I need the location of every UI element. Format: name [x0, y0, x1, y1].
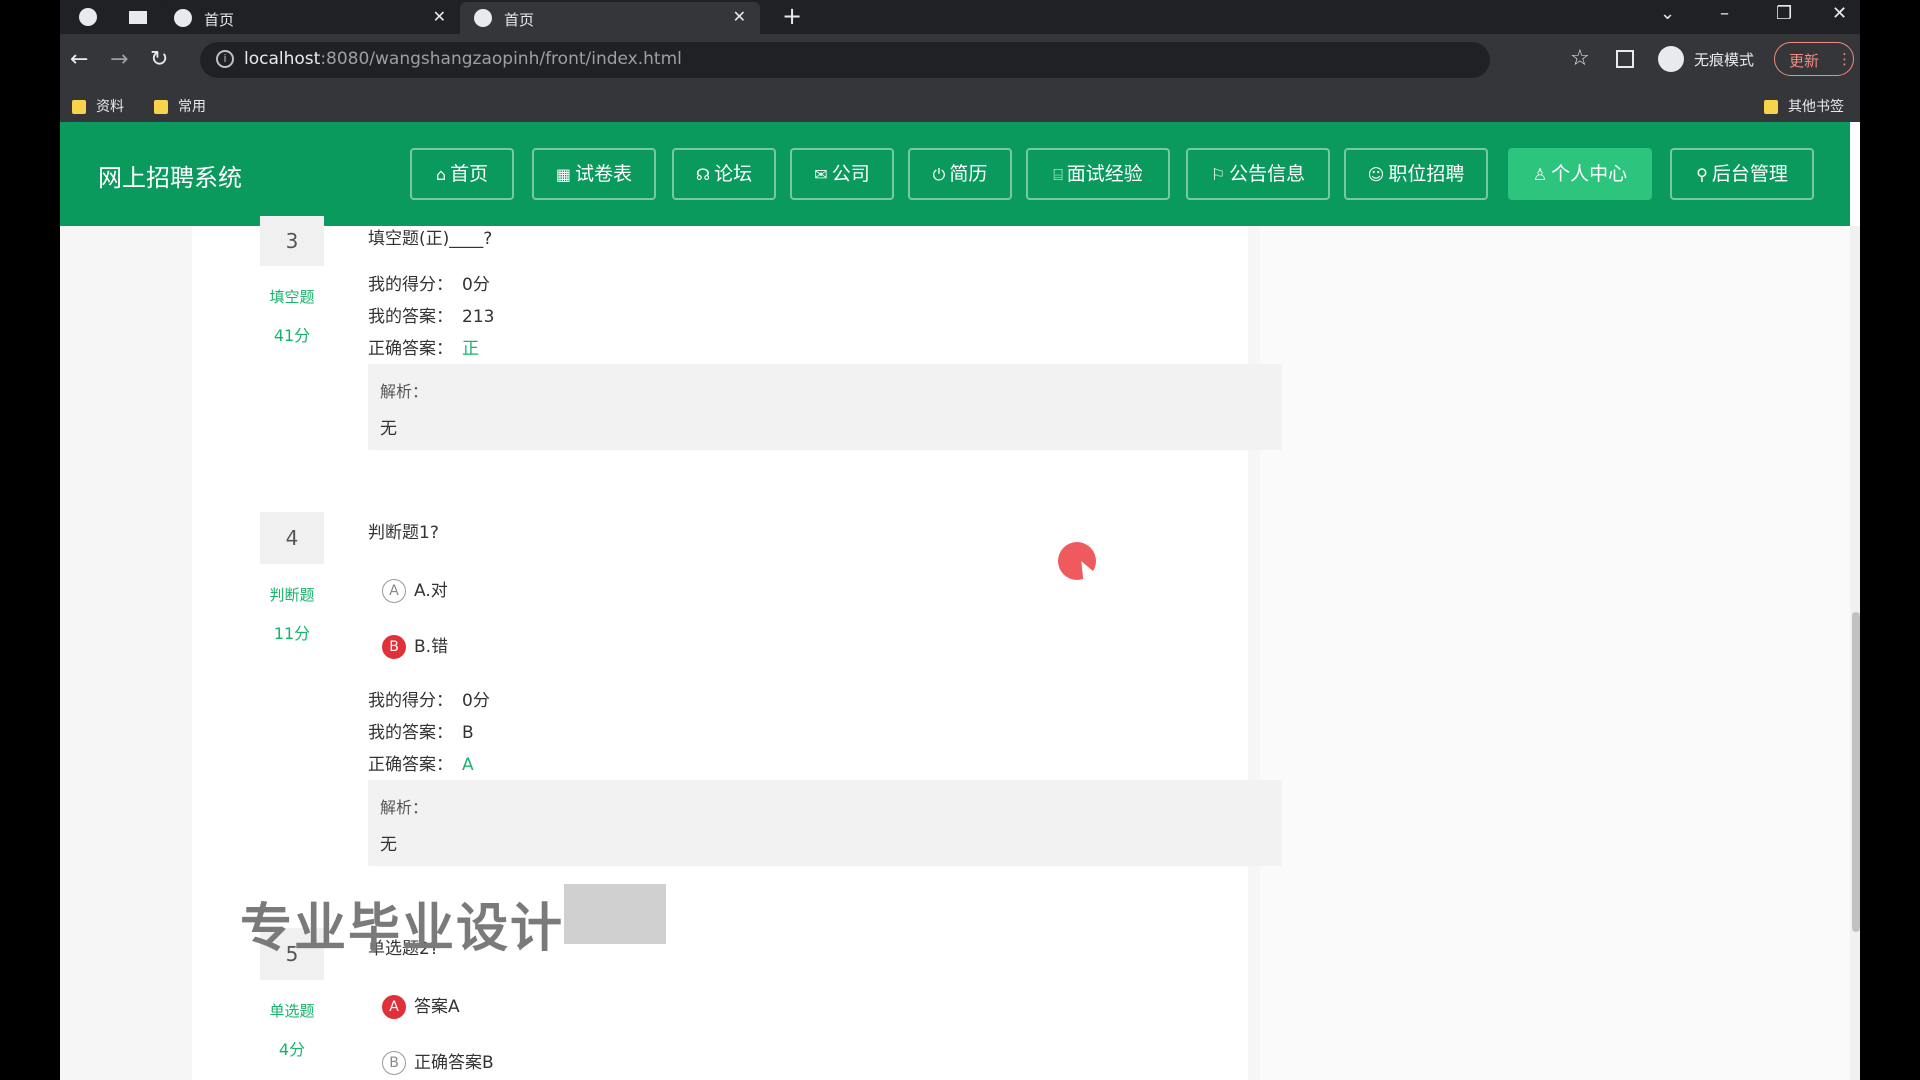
my-score-value: 0分 [462, 691, 490, 711]
folder-icon [1764, 100, 1778, 114]
exam-icon: ▦ [555, 165, 572, 184]
correct-answer-line: 正确答案：正 [368, 339, 479, 359]
link-icon: ⚲ [1696, 165, 1708, 184]
minimize-icon[interactable]: – [1720, 3, 1729, 24]
nav-jobs[interactable]: ☺ 职位招聘 [1344, 148, 1488, 200]
nav-forum[interactable]: ☊ 论坛 [672, 148, 776, 200]
watermark-text: 专业毕业设计 [240, 899, 565, 959]
my-answer-value: B [462, 723, 474, 743]
home-icon: ⌂ [435, 165, 447, 184]
tab-search-icon[interactable] [128, 7, 148, 27]
forward-icon[interactable]: → [110, 47, 128, 72]
restore-icon[interactable]: ❐ [1776, 3, 1792, 24]
back-icon[interactable]: ← [70, 47, 88, 72]
incognito-label: 无痕模式 [1694, 51, 1755, 69]
browser-window: 首页 ✕ 首页 ✕ + ⌄ – ❐ ✕ ← → ↻ i localhost:80… [60, 0, 1860, 1080]
url-field[interactable]: i localhost:8080/wangshangzaopinh/front/… [200, 42, 1490, 78]
nav-notice[interactable]: ⚐ 公告信息 [1186, 148, 1330, 200]
scrollbar-thumb[interactable] [1852, 612, 1860, 932]
nav-admin[interactable]: ⚲ 后台管理 [1670, 148, 1814, 200]
analysis-label: 解析： [380, 382, 429, 401]
update-button[interactable]: 更新 ⋮ [1774, 42, 1854, 76]
chevron-down-icon[interactable]: ⌄ [1660, 3, 1675, 24]
option-b[interactable]: B B.错 [382, 632, 448, 659]
tab-title: 首页 [204, 11, 235, 29]
close-icon[interactable]: ✕ [733, 7, 746, 26]
print-icon: ⌸ [1053, 165, 1063, 184]
option-a[interactable]: A A.对 [382, 576, 448, 603]
bookmarks-bar: 资料 常用 其他书签 [60, 86, 1860, 122]
question-type: 单选题 [269, 1002, 315, 1020]
flag-icon: ⚐ [1210, 165, 1226, 184]
analysis-box: 解析： 无 [368, 364, 1282, 450]
correct-answer-line: 正确答案： A [368, 755, 474, 775]
question-number: 3 [260, 216, 324, 266]
mail-icon: ✉ [814, 165, 828, 184]
nav-exam[interactable]: ▦ 试卷表 [532, 148, 656, 200]
forum-icon: ☊ [695, 165, 711, 184]
site-navbar: 网上招聘系统 ⌂ 首页 ▦ 试卷表 ☊ 论坛 ✉ 公司 ⏻ 简历 ⌸ 面试经验 ⚐ 公告信息 … [60, 122, 1850, 226]
tab-title: 首页 [504, 11, 535, 29]
tab-bar: 首页 ✕ 首页 ✕ + ⌄ – ❐ ✕ [60, 0, 1860, 34]
my-answer-line: 我的答案： 213 [368, 307, 495, 327]
nav-profile[interactable]: ♙ 个人中心 [1508, 148, 1652, 200]
globe-icon [174, 9, 192, 27]
user-icon: ♙ [1532, 165, 1548, 184]
folder-icon [154, 100, 168, 114]
nav-company[interactable]: ✉ 公司 [790, 148, 894, 200]
close-icon[interactable]: ✕ [433, 7, 446, 26]
reload-icon[interactable]: ↻ [150, 47, 168, 72]
bookmark-folder[interactable]: 常用 [154, 96, 206, 116]
question-type: 填空题 [269, 288, 315, 306]
my-score-line: 我的得分： 0分 [368, 275, 490, 295]
question-points: 41分 [273, 326, 311, 345]
nav-home[interactable]: ⌂ 首页 [410, 148, 514, 200]
url-text: localhost:8080/wangshangzaopinh/front/in… [244, 49, 682, 69]
power-icon: ⏻ [932, 165, 946, 184]
incognito-icon[interactable] [1658, 46, 1684, 72]
my-score-value: 0分 [462, 275, 490, 295]
side-panel-icon[interactable] [1616, 50, 1634, 68]
question-points: 11分 [273, 624, 311, 643]
blurred-region [564, 884, 666, 944]
my-score-line: 我的得分： 0分 [368, 691, 490, 711]
analysis-value: 无 [380, 419, 397, 439]
more-icon: ⋮ [1837, 50, 1852, 68]
nav-interview[interactable]: ⌸ 面试经验 [1026, 148, 1170, 200]
analysis-label: 解析： [380, 798, 429, 817]
nav-resume[interactable]: ⏻ 简历 [908, 148, 1012, 200]
window-close-icon[interactable]: ✕ [1832, 3, 1847, 24]
analysis-value: 无 [380, 835, 397, 855]
update-label: 更新 [1789, 52, 1820, 70]
option-a[interactable]: A 答案A [382, 992, 460, 1019]
correct-answer-value: 正 [462, 339, 479, 359]
my-answer-line: 我的答案： B [368, 723, 474, 743]
address-bar: ← → ↻ i localhost:8080/wangshangzaopinh/… [60, 34, 1860, 86]
question-title: 填空题(正)____? [368, 229, 493, 249]
tab-2[interactable]: 首页 ✕ [460, 2, 760, 34]
question-number: 4 [260, 512, 324, 564]
profile-icon[interactable] [78, 7, 98, 27]
bookmark-star-icon[interactable]: ☆ [1570, 46, 1590, 71]
new-tab-icon[interactable]: + [782, 2, 802, 30]
tab-1[interactable]: 首页 ✕ [160, 2, 460, 34]
folder-icon [72, 100, 86, 114]
smile-icon: ☺ [1367, 165, 1385, 184]
question-points: 4分 [278, 1040, 306, 1059]
correct-answer-value: A [462, 755, 474, 775]
right-panel [1260, 226, 1850, 1080]
bookmark-folder[interactable]: 资料 [72, 96, 124, 116]
other-bookmarks[interactable]: 其他书签 [1764, 96, 1844, 116]
web-page: 网上招聘系统 ⌂ 首页 ▦ 试卷表 ☊ 论坛 ✉ 公司 ⏻ 简历 ⌸ 面试经验 ⚐ 公告信息 … [60, 122, 1860, 1080]
question-type: 判断题 [269, 586, 315, 604]
globe-icon [474, 9, 492, 27]
question-title: 判断题1? [368, 523, 439, 543]
option-b[interactable]: B 正确答案B [382, 1048, 494, 1075]
analysis-box: 解析： 无 [368, 780, 1282, 866]
info-icon[interactable]: i [216, 50, 234, 68]
site-title: 网上招聘系统 [98, 164, 242, 192]
my-answer-value: 213 [462, 307, 495, 327]
